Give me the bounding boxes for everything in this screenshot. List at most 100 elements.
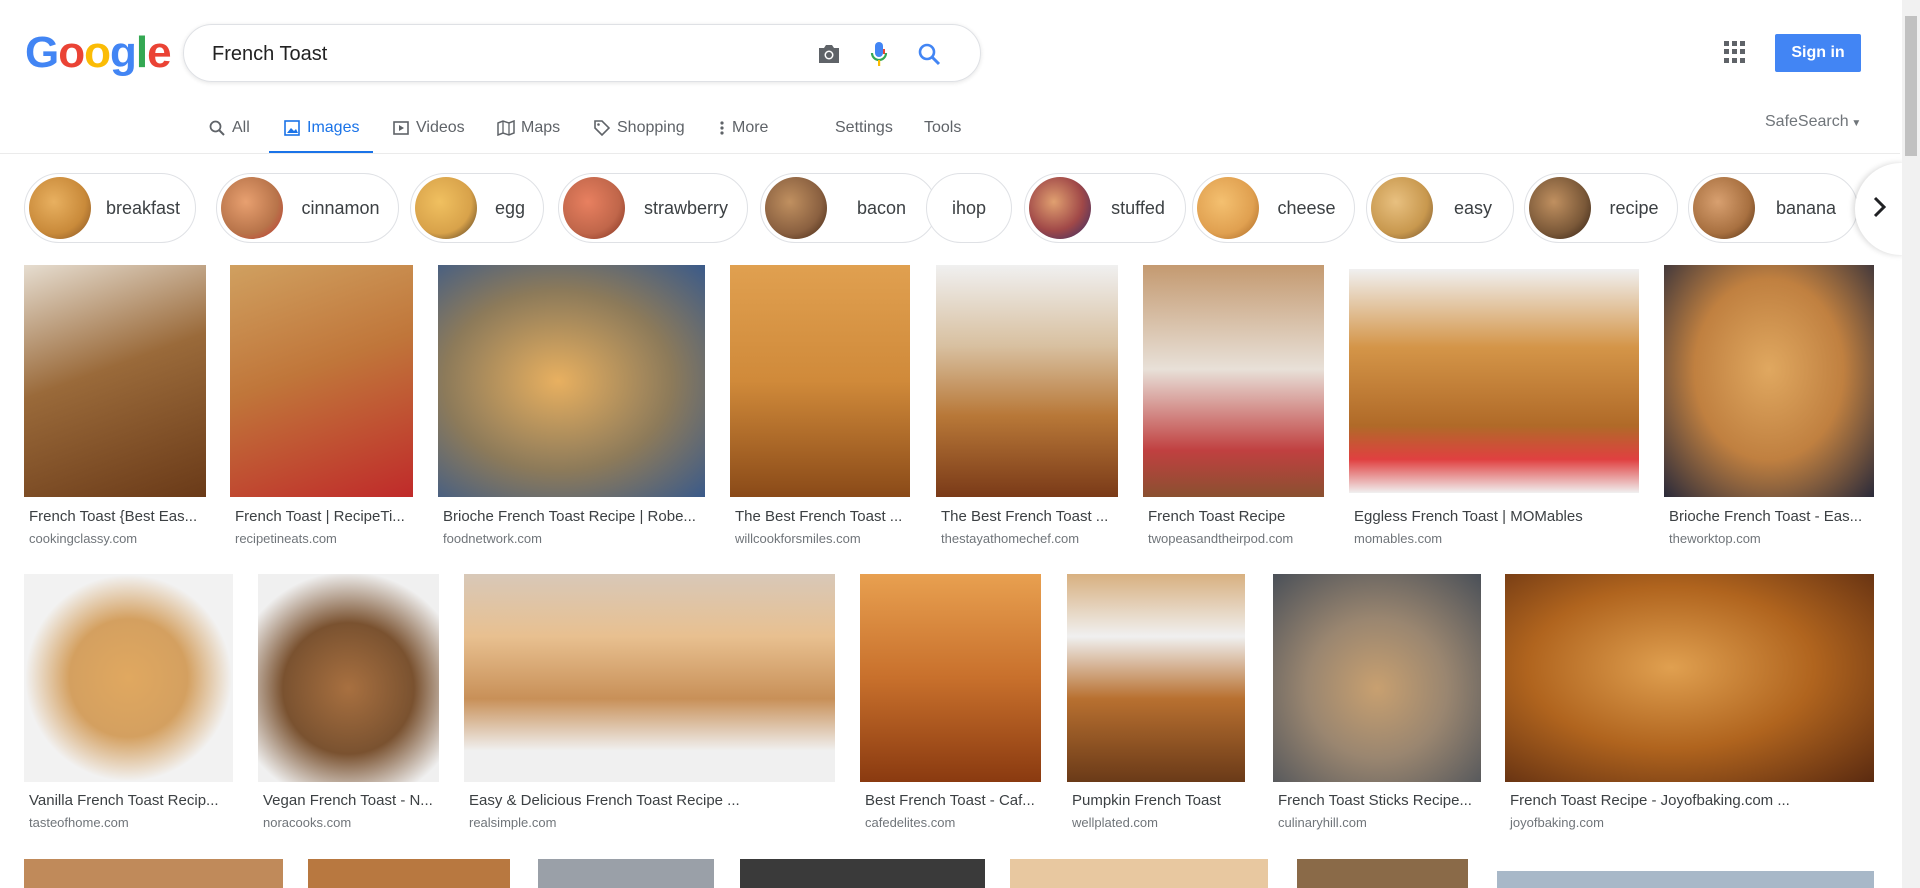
result-image[interactable] (230, 265, 413, 497)
tab-videos[interactable]: Videos (392, 104, 465, 152)
google-logo[interactable]: Google (25, 28, 172, 77)
logo-letter: o (58, 28, 85, 77)
result-site: theworktop.com (1669, 531, 1761, 546)
result-image[interactable] (24, 265, 206, 497)
result-title[interactable]: Brioche French Toast Recipe | Robe... (443, 508, 700, 525)
chip-label: breakfast (105, 197, 181, 218)
result-image[interactable] (1273, 574, 1481, 782)
result-title[interactable]: Easy & Delicious French Toast Recipe ... (469, 792, 830, 809)
logo-letter: o (84, 28, 111, 77)
chip-label: strawberry (643, 197, 728, 218)
search-input[interactable] (210, 39, 774, 69)
logo-letter: l (135, 28, 148, 77)
result-image[interactable] (1497, 871, 1874, 888)
result-site: culinaryhill.com (1278, 815, 1367, 830)
tab-settings[interactable]: Settings (835, 104, 893, 152)
result-image[interactable] (730, 265, 910, 497)
chip-strawberry[interactable]: strawberry (558, 173, 748, 243)
scrollbar-thumb[interactable] (1905, 16, 1917, 156)
result-site: wellplated.com (1072, 815, 1158, 830)
result-image[interactable] (464, 574, 835, 782)
chip-label: cinnamon (301, 197, 380, 218)
result-image[interactable] (24, 574, 233, 782)
header-divider (0, 153, 1900, 154)
result-site: foodnetwork.com (443, 531, 542, 546)
tab-all[interactable]: All (208, 104, 250, 152)
result-title[interactable]: French Toast Sticks Recipe... (1278, 792, 1476, 809)
chip-thumbnail (29, 177, 91, 239)
chip-stuffed[interactable]: stuffed (1024, 173, 1186, 243)
related-searches-chips: breakfast cinnamon egg strawberry bacon … (24, 173, 1904, 245)
result-image[interactable] (538, 859, 714, 888)
result-image[interactable] (740, 859, 985, 888)
result-site: momables.com (1354, 531, 1443, 546)
safesearch-dropdown[interactable]: SafeSearch ▼ (1765, 113, 1861, 131)
chip-label: egg (494, 197, 526, 218)
video-icon (392, 119, 410, 137)
result-site: realsimple.com (469, 815, 557, 830)
camera-icon[interactable] (814, 39, 844, 69)
tab-label: Tools (924, 119, 962, 136)
search-tabs: All Images Videos Maps Shopping More Set… (0, 104, 1900, 154)
result-title[interactable]: Pumpkin French Toast (1072, 792, 1240, 809)
result-title[interactable]: French Toast | RecipeTi... (235, 508, 408, 525)
tab-tools[interactable]: Tools (924, 104, 961, 152)
tab-more[interactable]: More (718, 104, 768, 152)
result-image[interactable] (1067, 574, 1245, 782)
chip-egg[interactable]: egg (410, 173, 544, 243)
tab-label: Maps (521, 119, 561, 136)
chip-cinnamon[interactable]: cinnamon (216, 173, 399, 243)
chip-ihop[interactable]: ihop (926, 173, 1012, 243)
caret-down-icon: ▼ (1848, 118, 1862, 129)
chip-easy[interactable]: easy (1366, 173, 1514, 243)
tab-label: Settings (835, 119, 893, 136)
tab-label: More (732, 119, 769, 136)
result-site: recipetineats.com (235, 531, 337, 546)
result-image[interactable] (258, 574, 439, 782)
chip-bacon[interactable]: bacon (760, 173, 937, 243)
result-title[interactable]: Brioche French Toast - Eas... (1669, 508, 1869, 525)
chip-thumbnail (1529, 177, 1591, 239)
microphone-icon[interactable] (864, 39, 894, 69)
result-image[interactable] (1505, 574, 1874, 782)
result-title[interactable]: Vanilla French Toast Recip... (29, 792, 224, 809)
logo-letter: G (25, 28, 59, 77)
result-image[interactable] (1297, 859, 1468, 888)
result-site: noracooks.com (263, 815, 352, 830)
result-image[interactable] (24, 859, 283, 888)
chip-cheese[interactable]: cheese (1192, 173, 1355, 243)
result-site: tasteofhome.com (29, 815, 129, 830)
result-image[interactable] (438, 265, 705, 497)
tab-shopping[interactable]: Shopping (593, 104, 685, 152)
result-title[interactable]: Vegan French Toast - N... (263, 792, 434, 809)
result-image[interactable] (1664, 265, 1874, 497)
result-image[interactable] (1143, 265, 1324, 497)
result-title[interactable]: Eggless French Toast | MOMables (1354, 508, 1634, 525)
result-image[interactable] (1349, 269, 1639, 493)
result-site: twopeasandtheirpod.com (1148, 531, 1294, 546)
result-image[interactable] (308, 859, 510, 888)
apps-grid-icon[interactable] (1724, 41, 1746, 63)
result-title[interactable]: The Best French Toast ... (735, 508, 905, 525)
tab-maps[interactable]: Maps (497, 104, 560, 152)
chip-recipe[interactable]: recipe (1524, 173, 1678, 243)
chip-thumbnail (765, 177, 827, 239)
chip-label: easy (1453, 197, 1493, 218)
result-title[interactable]: The Best French Toast ... (941, 508, 1113, 525)
result-title[interactable]: French Toast Recipe - Joyofbaking.com ..… (1510, 792, 1869, 809)
safesearch-label: SafeSearch (1765, 113, 1849, 130)
search-icon[interactable] (914, 39, 944, 69)
result-image[interactable] (936, 265, 1118, 497)
chip-breakfast[interactable]: breakfast (24, 173, 196, 243)
result-title[interactable]: French Toast Recipe (1148, 508, 1319, 525)
chip-banana[interactable]: banana (1688, 173, 1858, 243)
tab-images[interactable]: Images (269, 104, 374, 154)
chip-label: bacon (856, 197, 907, 218)
result-image[interactable] (1010, 859, 1268, 888)
tab-label: Images (307, 118, 360, 136)
result-image[interactable] (860, 574, 1041, 782)
result-title[interactable]: French Toast {Best Eas... (29, 508, 201, 525)
search-box (183, 24, 981, 82)
result-title[interactable]: Best French Toast - Caf... (865, 792, 1036, 809)
sign-in-button[interactable]: Sign in (1775, 34, 1861, 72)
